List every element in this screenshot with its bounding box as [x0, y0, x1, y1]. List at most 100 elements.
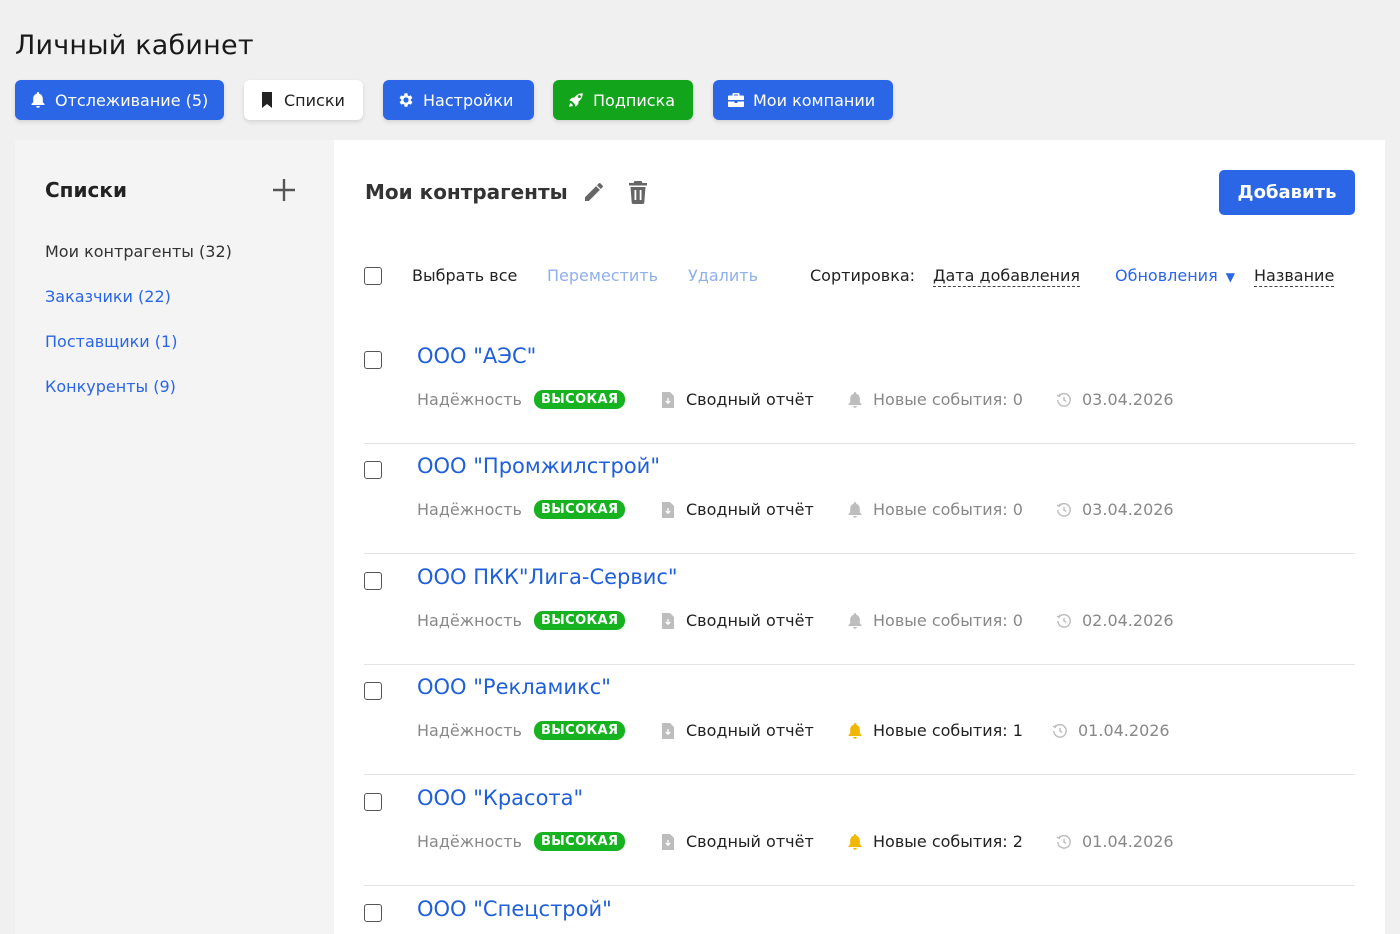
- nav-tracking-button[interactable]: Отслеживание (5): [15, 80, 224, 120]
- new-events-label: Новые события: 0: [873, 611, 1023, 630]
- select-all-checkbox[interactable]: [364, 267, 382, 285]
- reliability-label: Надёжность: [417, 721, 522, 740]
- counterparty-row: ООО "АЭС" Надёжность ВЫСОКАЯ Сводный отч…: [364, 334, 1355, 444]
- download-document-icon: [660, 391, 676, 409]
- download-document-icon: [660, 501, 676, 519]
- row-checkbox[interactable]: [364, 351, 382, 369]
- new-events[interactable]: Новые события: 0: [847, 500, 1023, 519]
- row-divider: [364, 553, 1355, 554]
- summary-report-link[interactable]: Сводный отчёт: [660, 611, 814, 630]
- row-divider: [364, 774, 1355, 775]
- reliability: Надёжность ВЫСОКАЯ: [417, 832, 626, 851]
- sort-label: Сортировка:: [810, 266, 916, 285]
- history-icon: [1056, 391, 1072, 409]
- rocket-icon: [566, 90, 586, 110]
- new-events-label: Новые события: 0: [873, 390, 1023, 409]
- counterparty-row: ООО "Спецстрой": [364, 887, 1355, 934]
- company-name-link[interactable]: ООО "АЭС": [417, 344, 536, 368]
- delete-action[interactable]: Удалить: [688, 266, 758, 285]
- update-date: 01.04.2026: [1052, 721, 1170, 740]
- new-events-label: Новые события: 2: [873, 832, 1023, 851]
- reliability: Надёжность ВЫСОКАЯ: [417, 390, 626, 409]
- bell-icon: [847, 501, 863, 519]
- sort-option-date-label: Дата добавления: [933, 266, 1081, 287]
- bookmark-icon: [257, 90, 277, 110]
- sidebar-item-my-counterparties[interactable]: Мои контрагенты (32): [45, 242, 232, 261]
- summary-report-link[interactable]: Сводный отчёт: [660, 390, 814, 409]
- reliability-label: Надёжность: [417, 832, 522, 851]
- reliability: Надёжность ВЫСОКАЯ: [417, 500, 626, 519]
- sort-by-date-added[interactable]: Дата добавления: [933, 266, 1081, 287]
- update-date: 03.04.2026: [1056, 390, 1174, 409]
- reliability-label: Надёжность: [417, 500, 522, 519]
- nav-subscription-button[interactable]: Подписка: [553, 80, 693, 120]
- briefcase-icon: [726, 90, 746, 110]
- company-name-link[interactable]: ООО "Спецстрой": [417, 897, 612, 921]
- add-list-plus-icon[interactable]: [271, 177, 297, 203]
- summary-report-label: Сводный отчёт: [686, 721, 814, 740]
- reliability-badge: ВЫСОКАЯ: [533, 500, 626, 519]
- summary-report-label: Сводный отчёт: [686, 611, 814, 630]
- gear-icon: [396, 90, 416, 110]
- sidebar-item-competitors[interactable]: Конкуренты (9): [45, 377, 176, 396]
- reliability-badge: ВЫСОКАЯ: [533, 721, 626, 740]
- new-events[interactable]: Новые события: 0: [847, 390, 1023, 409]
- company-name-link[interactable]: ООО "Рекламикс": [417, 675, 611, 699]
- nav-companies-button[interactable]: Мои компании: [713, 80, 893, 120]
- download-document-icon: [660, 833, 676, 851]
- company-name-link[interactable]: ООО ПКК"Лига-Сервис": [417, 565, 678, 589]
- list-title: Мои контрагенты: [365, 180, 568, 204]
- history-icon: [1056, 501, 1072, 519]
- nav-companies-label: Мои компании: [753, 90, 876, 110]
- sidebar-item-suppliers[interactable]: Поставщики (1): [45, 332, 177, 351]
- nav-subscription-label: Подписка: [593, 90, 676, 110]
- reliability: Надёжность ВЫСОКАЯ: [417, 611, 626, 630]
- reliability-badge: ВЫСОКАЯ: [533, 832, 626, 851]
- row-checkbox[interactable]: [364, 461, 382, 479]
- select-all-label[interactable]: Выбрать все: [412, 266, 517, 285]
- counterparty-row: ООО ПКК"Лига-Сервис" Надёжность ВЫСОКАЯ …: [364, 555, 1355, 665]
- new-events-label: Новые события: 0: [873, 500, 1023, 519]
- page-title: Личный кабинет: [15, 30, 254, 61]
- history-icon: [1056, 612, 1072, 630]
- new-events[interactable]: Новые события: 2: [847, 832, 1023, 851]
- history-icon: [1056, 833, 1072, 851]
- summary-report-link[interactable]: Сводный отчёт: [660, 500, 814, 519]
- update-date-label: 01.04.2026: [1082, 832, 1174, 851]
- bell-icon: [28, 90, 48, 110]
- pencil-icon[interactable]: [582, 180, 606, 204]
- row-checkbox[interactable]: [364, 793, 382, 811]
- row-checkbox[interactable]: [364, 682, 382, 700]
- new-events[interactable]: Новые события: 1: [847, 721, 1023, 740]
- update-date: 01.04.2026: [1056, 832, 1174, 851]
- row-checkbox[interactable]: [364, 572, 382, 590]
- bell-icon: [847, 612, 863, 630]
- new-events[interactable]: Новые события: 0: [847, 611, 1023, 630]
- reliability-badge: ВЫСОКАЯ: [533, 611, 626, 630]
- nav-tracking-label: Отслеживание (5): [55, 90, 209, 110]
- trash-icon[interactable]: [627, 180, 649, 204]
- summary-report-link[interactable]: Сводный отчёт: [660, 721, 814, 740]
- add-counterparty-button[interactable]: Добавить: [1219, 170, 1355, 215]
- lists-sidebar: Списки Мои контрагенты (32) Заказчики (2…: [15, 140, 334, 934]
- sidebar-item-customers[interactable]: Заказчики (22): [45, 287, 171, 306]
- company-name-link[interactable]: ООО "Красота": [417, 786, 583, 810]
- company-name-link[interactable]: ООО "Промжилстрой": [417, 454, 660, 478]
- counterparty-row: ООО "Промжилстрой" Надёжность ВЫСОКАЯ Св…: [364, 444, 1355, 554]
- sort-by-updates[interactable]: Обновления ▼: [1115, 266, 1235, 285]
- sort-by-name[interactable]: Название: [1254, 266, 1335, 287]
- row-divider: [364, 885, 1355, 886]
- history-icon: [1052, 722, 1068, 740]
- summary-report-link[interactable]: Сводный отчёт: [660, 832, 814, 851]
- update-date: 03.04.2026: [1056, 500, 1174, 519]
- sort-option-updates-label: Обновления: [1115, 266, 1218, 285]
- nav-lists-button[interactable]: Списки: [244, 80, 363, 120]
- update-date-label: 01.04.2026: [1078, 721, 1170, 740]
- reliability-label: Надёжность: [417, 611, 522, 630]
- nav-settings-button[interactable]: Настройки: [383, 80, 534, 120]
- new-events-label: Новые события: 1: [873, 721, 1023, 740]
- move-action[interactable]: Переместить: [547, 266, 658, 285]
- counterparty-row: ООО "Рекламикс" Надёжность ВЫСОКАЯ Сводн…: [364, 665, 1355, 775]
- row-checkbox[interactable]: [364, 904, 382, 922]
- nav-settings-label: Настройки: [423, 90, 514, 110]
